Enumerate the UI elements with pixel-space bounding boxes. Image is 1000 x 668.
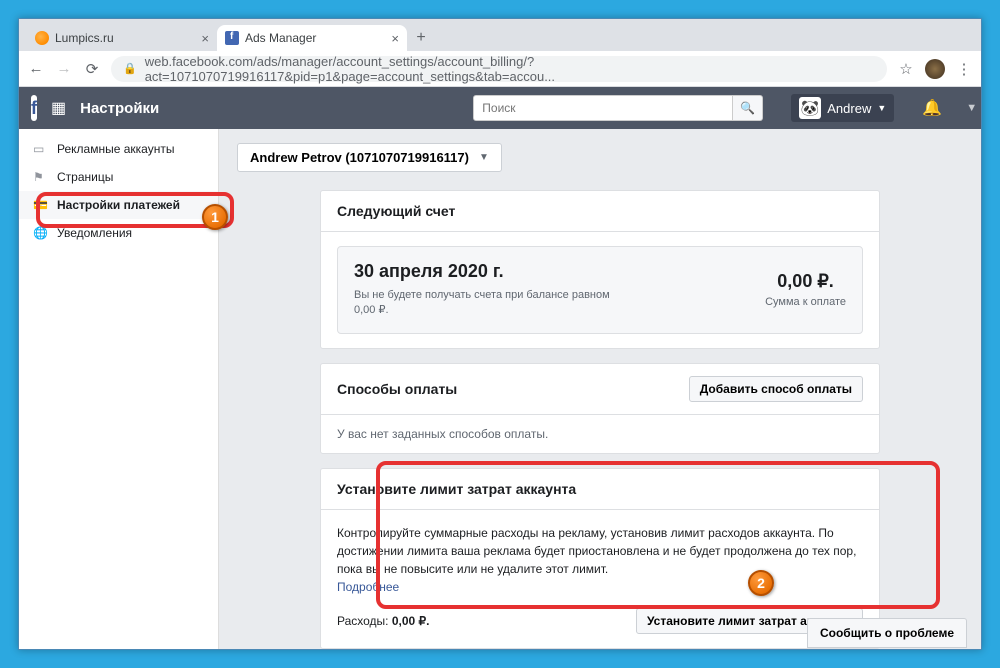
close-tab-icon[interactable]: × (201, 31, 209, 46)
favicon-icon (225, 31, 239, 45)
bill-amount: 0,00 ₽. (765, 271, 846, 292)
notifications-icon[interactable]: 🔔 (922, 98, 942, 118)
forward-icon[interactable]: → (55, 60, 73, 77)
account-menu-icon[interactable]: ▼ (966, 102, 977, 114)
add-payment-method-button[interactable]: Добавить способ оплаты (689, 376, 863, 402)
sidebar-item-label: Рекламные аккаунты (57, 142, 174, 156)
panel-header: Способы оплаты Добавить способ оплаты (321, 364, 879, 415)
card-icon: 💳 (33, 198, 47, 212)
annotation-badge-2: 2 (748, 570, 774, 596)
chevron-down-icon: ▼ (877, 103, 886, 113)
bill-amount-label: Сумма к оплате (765, 296, 846, 308)
sidebar-item-label: Уведомления (57, 226, 132, 240)
menu-icon[interactable]: ⋮ (955, 60, 973, 78)
spend-limit-panel: Установите лимит затрат аккаунта Контрол… (320, 468, 880, 649)
account-selector-label: Andrew Petrov (1071070719916117) (250, 150, 469, 165)
panel-title: Следующий счет (337, 203, 455, 219)
report-problem-button[interactable]: Сообщить о проблеме (807, 618, 967, 648)
tab-label: Lumpics.ru (55, 31, 195, 45)
url-text: web.facebook.com/ads/manager/account_set… (145, 54, 875, 84)
page-title: Настройки (80, 100, 159, 117)
sidebar-item-payment-settings[interactable]: 💳 Настройки платежей (19, 191, 218, 219)
sidebar: ▭ Рекламные аккаунты ⚑ Страницы 💳 Настро… (19, 129, 219, 649)
page-content: f ▦ Настройки 🔍 🐼 Andrew ▼ 🔔 ▼ ▭ Рекламн… (19, 87, 981, 649)
annotation-badge-1: 1 (202, 204, 228, 230)
chevron-down-icon: ▼ (479, 152, 489, 163)
browser-tab-lumpics[interactable]: Lumpics.ru × (27, 25, 217, 51)
browser-window: ─ ☐ ✕ Lumpics.ru × Ads Manager × + ← → ⟳… (18, 18, 982, 650)
tab-strip: Lumpics.ru × Ads Manager × + (19, 19, 981, 51)
bill-note: Вы не будете получать счета при балансе … (354, 288, 624, 319)
lock-icon: 🔒 (123, 62, 137, 75)
star-icon[interactable]: ☆ (897, 60, 915, 78)
sidebar-item-notifications[interactable]: 🌐 Уведомления (19, 219, 218, 247)
back-icon[interactable]: ← (27, 60, 45, 77)
profile-avatar[interactable] (925, 59, 945, 79)
learn-more-link[interactable]: Подробнее (337, 580, 863, 594)
panel-title: Способы оплаты (337, 381, 457, 397)
bill-card: 30 апреля 2020 г. Вы не будете получать … (337, 246, 863, 334)
apps-grid-icon[interactable]: ▦ (51, 98, 66, 118)
sidebar-item-pages[interactable]: ⚑ Страницы (19, 163, 218, 191)
sidebar-item-label: Страницы (57, 170, 113, 184)
panel-title: Установите лимит затрат аккаунта (337, 481, 576, 497)
bill-date: 30 апреля 2020 г. (354, 261, 624, 282)
main-area: Andrew Petrov (1071070719916117) ▼ Следу… (219, 129, 981, 649)
body-wrap: ▭ Рекламные аккаунты ⚑ Страницы 💳 Настро… (19, 129, 981, 649)
url-field[interactable]: 🔒 web.facebook.com/ads/manager/account_s… (111, 56, 887, 82)
avatar-icon: 🐼 (799, 97, 821, 119)
tab-label: Ads Manager (245, 31, 385, 45)
search-wrap: 🔍 (473, 95, 763, 121)
user-name: Andrew (827, 101, 871, 116)
account-selector[interactable]: Andrew Petrov (1071070719916117) ▼ (237, 143, 502, 172)
search-button[interactable]: 🔍 (733, 95, 763, 121)
facebook-logo-icon[interactable]: f (31, 95, 37, 121)
search-input[interactable] (473, 95, 733, 121)
address-bar: ← → ⟳ 🔒 web.facebook.com/ads/manager/acc… (19, 51, 981, 87)
flag-icon: ⚑ (33, 170, 47, 184)
panel-header: Следующий счет (321, 191, 879, 232)
facebook-header: f ▦ Настройки 🔍 🐼 Andrew ▼ 🔔 ▼ (19, 87, 981, 129)
accounts-icon: ▭ (33, 142, 47, 156)
sidebar-item-label: Настройки платежей (57, 198, 180, 212)
empty-payment-note: У вас нет заданных способов оплаты. (321, 415, 879, 453)
payment-methods-panel: Способы оплаты Добавить способ оплаты У … (320, 363, 880, 454)
sidebar-item-ad-accounts[interactable]: ▭ Рекламные аккаунты (19, 135, 218, 163)
reload-icon[interactable]: ⟳ (83, 60, 101, 78)
close-tab-icon[interactable]: × (391, 31, 399, 46)
favicon-icon (35, 31, 49, 45)
globe-icon: 🌐 (33, 226, 47, 240)
next-bill-panel: Следующий счет 30 апреля 2020 г. Вы не б… (320, 190, 880, 349)
spend-amount: Расходы: 0,00 ₽. (337, 614, 430, 628)
spend-limit-description: Контролируйте суммарные расходы на рекла… (337, 526, 856, 576)
browser-tab-adsmanager[interactable]: Ads Manager × (217, 25, 407, 51)
panel-header: Установите лимит затрат аккаунта (321, 469, 879, 510)
user-chip[interactable]: 🐼 Andrew ▼ (791, 94, 894, 122)
new-tab-button[interactable]: + (407, 25, 435, 51)
